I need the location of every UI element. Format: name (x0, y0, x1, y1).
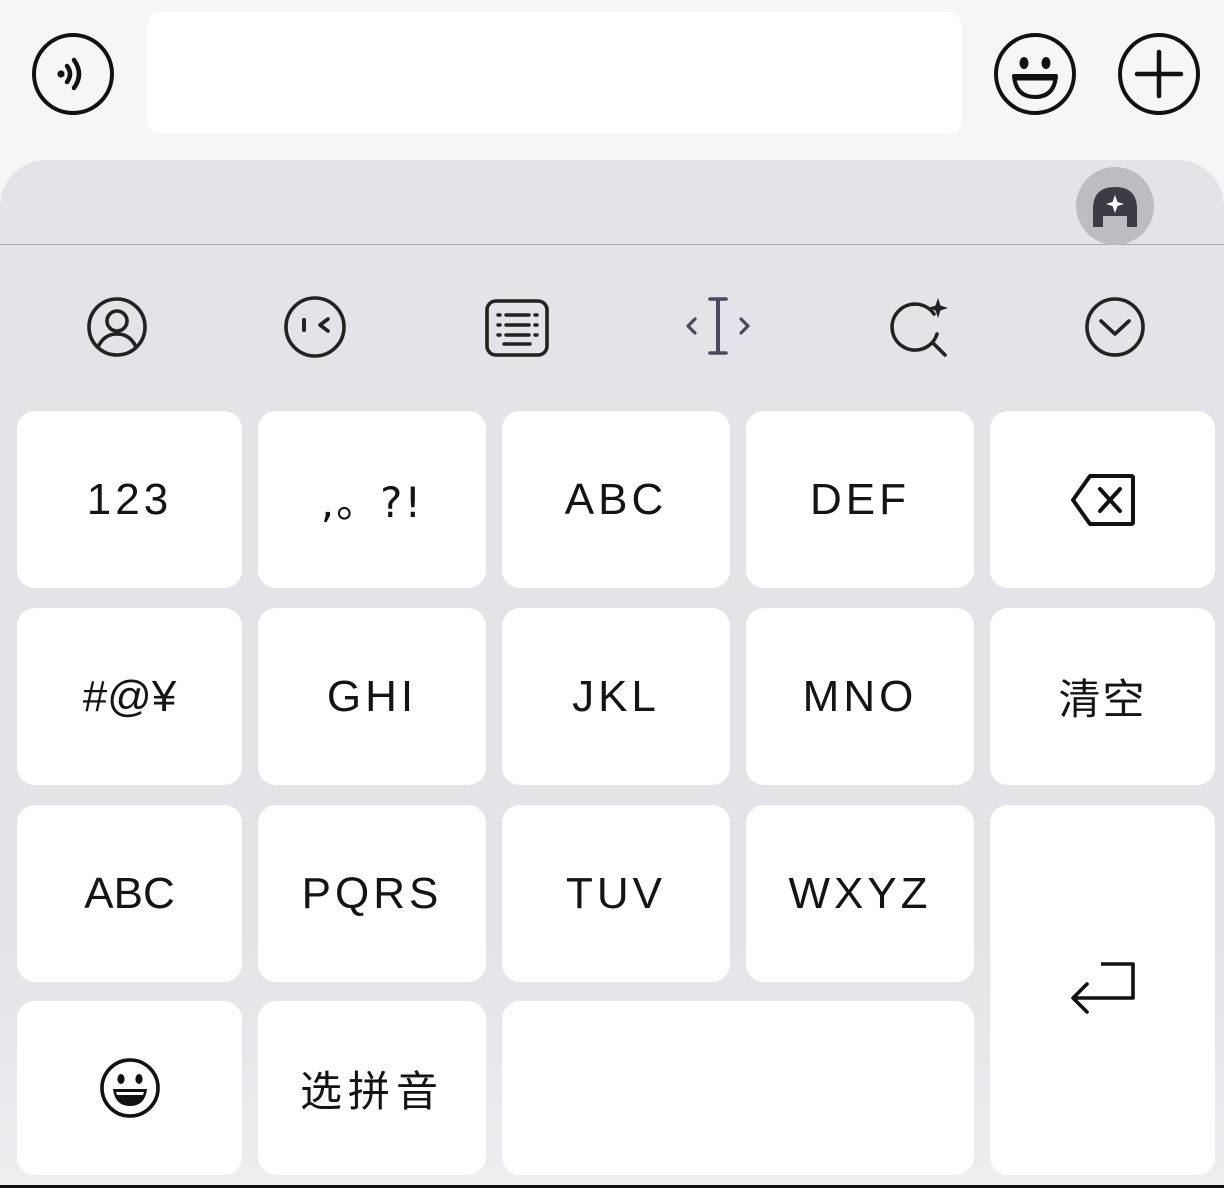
key-pinyin-select[interactable]: 选拼音 (258, 1001, 486, 1175)
key-mno[interactable]: MNO (746, 608, 974, 785)
input-bar (0, 0, 1224, 160)
key-label: #@¥ (82, 671, 177, 721)
key-pqrs[interactable]: PQRS (258, 805, 486, 982)
plus-circle-icon (1118, 33, 1200, 115)
text-cursor-icon (686, 297, 750, 355)
toolbar-cursor-button[interactable] (683, 292, 753, 362)
key-def[interactable]: DEF (746, 411, 974, 588)
voice-wave-icon (32, 33, 114, 115)
key-123[interactable]: 123 (17, 411, 242, 588)
key-return[interactable] (990, 805, 1215, 1175)
key-symbols[interactable]: #@¥ (17, 608, 242, 785)
return-arrow-icon (1070, 962, 1135, 1014)
key-wxyz[interactable]: WXYZ (746, 805, 974, 982)
key-jkl[interactable]: JKL (502, 608, 730, 785)
backspace-icon (1070, 473, 1135, 526)
wink-face-icon (284, 296, 346, 358)
keyboard-header (0, 160, 1224, 245)
emoji-button[interactable] (993, 32, 1077, 116)
key-label: ABC (564, 474, 668, 524)
key-label: DEF (810, 474, 910, 524)
key-label: TUV (566, 868, 666, 918)
key-label: 123 (86, 474, 173, 524)
message-input[interactable] (147, 12, 962, 134)
sparkle-search-icon (890, 298, 948, 357)
key-label: 选拼音 (299, 1066, 444, 1116)
key-abc-switch[interactable]: ABC (17, 805, 242, 982)
user-circle-icon (87, 297, 147, 357)
key-label: ,。?! (320, 478, 424, 527)
ai-assistant-icon (1093, 187, 1137, 227)
grinning-face-icon (99, 1058, 160, 1118)
key-space[interactable] (502, 1001, 974, 1175)
key-emoji[interactable] (17, 1001, 242, 1175)
key-label: GHI (326, 671, 418, 721)
key-punctuation[interactable]: ,。?! (258, 411, 486, 588)
keyboard-toolbar (0, 245, 1224, 405)
key-clear[interactable]: 清空 (990, 608, 1215, 785)
key-label: WXYZ (788, 868, 932, 918)
key-abc[interactable]: ABC (502, 411, 730, 588)
toolbar-emoticon-button[interactable] (280, 292, 350, 362)
key-label: PQRS (301, 868, 443, 918)
keyboard-icon (485, 299, 549, 357)
key-backspace[interactable] (990, 411, 1215, 588)
key-tuv[interactable]: TUV (502, 805, 730, 982)
key-label: JKL (572, 671, 660, 721)
voice-input-button[interactable] (31, 32, 115, 116)
smiley-icon (994, 33, 1076, 115)
toolbar-keyboard-button[interactable] (482, 292, 552, 362)
key-label: MNO (802, 671, 918, 721)
keyboard-panel: 123 ,。?! ABC DEF #@¥ GHI JKL MNO 清空 ABC … (0, 160, 1224, 1188)
key-ghi[interactable]: GHI (258, 608, 486, 785)
toolbar-account-button[interactable] (82, 292, 152, 362)
key-label: ABC (84, 868, 175, 918)
toolbar-collapse-button[interactable] (1080, 292, 1150, 362)
key-label: 清空 (1058, 675, 1147, 724)
more-actions-button[interactable] (1117, 32, 1201, 116)
toolbar-search-button[interactable] (884, 292, 954, 362)
chevron-down-circle-icon (1085, 297, 1145, 357)
ai-assistant-button[interactable] (1076, 167, 1154, 245)
